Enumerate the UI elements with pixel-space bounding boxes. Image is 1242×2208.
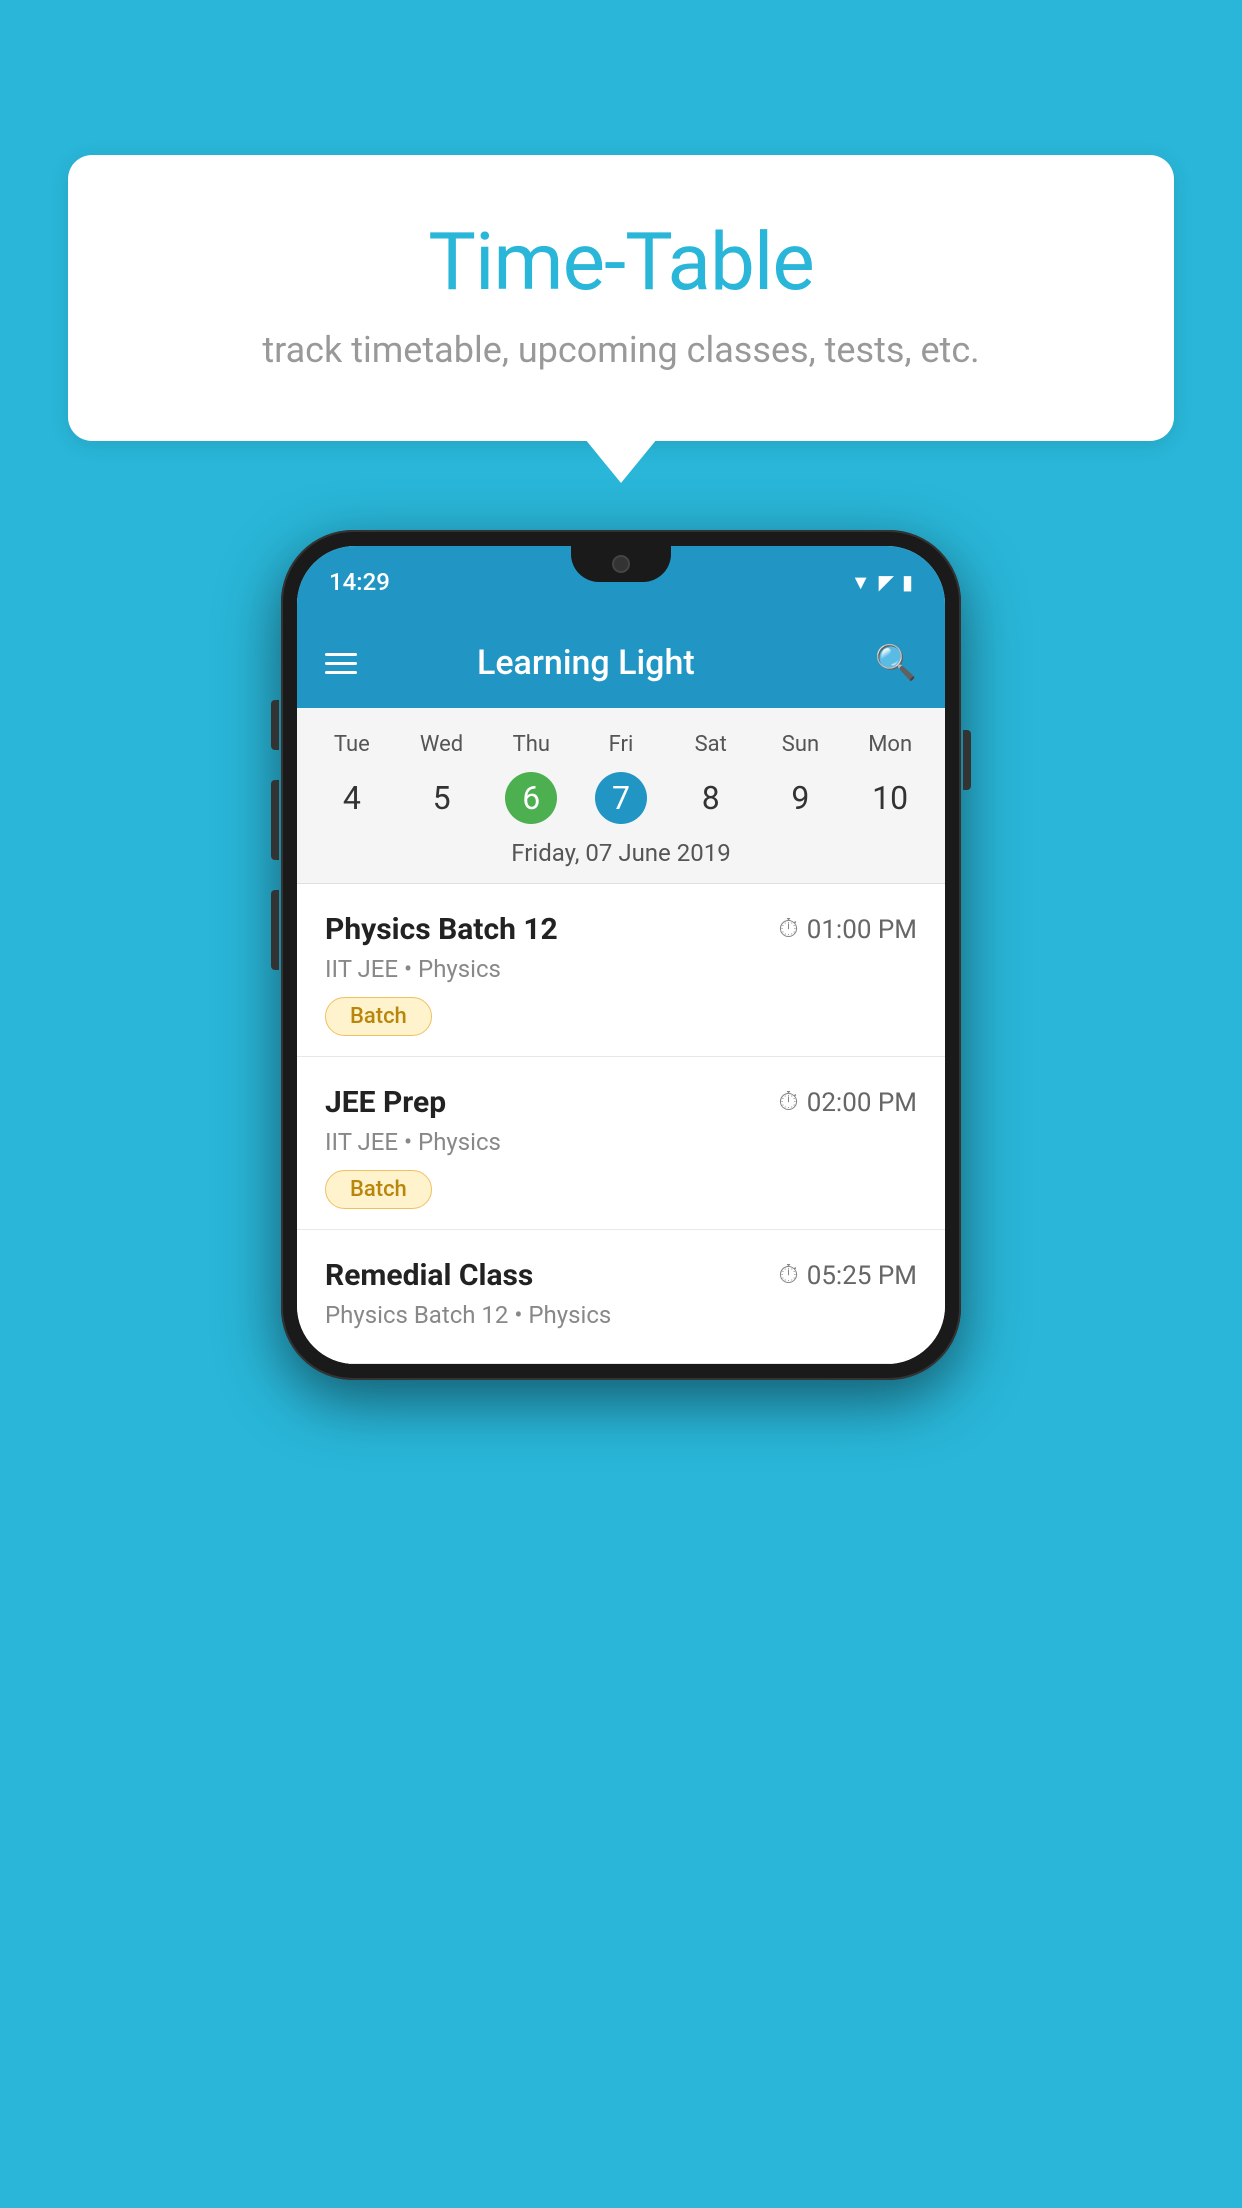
day-4[interactable]: 4 [307, 769, 397, 827]
batch-badge: Batch [325, 997, 432, 1036]
phone-outer: 14:29 ▼ ◤ ▮ Learning Light 🔍 [281, 530, 961, 1380]
day-numbers: 4 5 6 7 8 9 10 [297, 769, 945, 827]
day-6-today[interactable]: 6 [505, 772, 557, 824]
silent-button [271, 700, 279, 750]
clock-icon: ⏱ [778, 914, 798, 945]
volume-up-button [271, 780, 279, 860]
day-header-wed: Wed [397, 728, 487, 761]
status-bar: 14:29 ▼ ◤ ▮ [297, 546, 945, 618]
battery-icon: ▮ [902, 570, 913, 594]
wifi-icon: ▼ [851, 570, 871, 595]
class-item-jee-prep[interactable]: JEE Prep ⏱ 02:00 PM IIT JEE • Physics Ba… [297, 1057, 945, 1230]
notch [571, 546, 671, 582]
class-item-remedial[interactable]: Remedial Class ⏱ 05:25 PM Physics Batch … [297, 1230, 945, 1364]
signal-icon: ◤ [879, 570, 894, 594]
calendar-strip: Tue Wed Thu Fri Sat Sun Mon 4 5 6 7 8 9 … [297, 708, 945, 884]
search-icon[interactable]: 🔍 [875, 643, 917, 683]
clock-icon: ⏱ [778, 1260, 798, 1291]
day-header-mon: Mon [845, 728, 935, 761]
class-time: ⏱ 01:00 PM [778, 914, 917, 945]
class-item-physics-batch-12[interactable]: Physics Batch 12 ⏱ 01:00 PM IIT JEE • Ph… [297, 884, 945, 1057]
phone-mockup: 14:29 ▼ ◤ ▮ Learning Light 🔍 [281, 530, 961, 1380]
class-name: Physics Batch 12 [325, 912, 558, 947]
date-label: Friday, 07 June 2019 [297, 827, 945, 884]
status-icons: ▼ ◤ ▮ [851, 570, 913, 595]
power-button [963, 730, 971, 790]
app-bar: Learning Light 🔍 [297, 618, 945, 708]
day-8[interactable]: 8 [666, 769, 756, 827]
batch-badge: Batch [325, 1170, 432, 1209]
phone-screen: 14:29 ▼ ◤ ▮ Learning Light 🔍 [297, 546, 945, 1364]
volume-down-button [271, 890, 279, 970]
speech-bubble: Time-Table track timetable, upcoming cla… [68, 155, 1174, 441]
class-meta: Physics Batch 12 • Physics [325, 1301, 917, 1329]
class-row-top: Physics Batch 12 ⏱ 01:00 PM [325, 912, 917, 947]
classes-list: Physics Batch 12 ⏱ 01:00 PM IIT JEE • Ph… [297, 884, 945, 1364]
day-7-selected[interactable]: 7 [595, 772, 647, 824]
day-header-fri: Fri [576, 728, 666, 761]
camera [612, 555, 630, 573]
day-5[interactable]: 5 [397, 769, 487, 827]
day-9[interactable]: 9 [756, 769, 846, 827]
app-title: Learning Light [325, 643, 847, 683]
class-meta: IIT JEE • Physics [325, 955, 917, 983]
day-headers: Tue Wed Thu Fri Sat Sun Mon [297, 728, 945, 761]
status-time: 14:29 [329, 568, 390, 596]
class-name: JEE Prep [325, 1085, 446, 1120]
day-10[interactable]: 10 [845, 769, 935, 827]
class-meta: IIT JEE • Physics [325, 1128, 917, 1156]
day-header-thu: Thu [486, 728, 576, 761]
day-header-tue: Tue [307, 728, 397, 761]
class-row-top: Remedial Class ⏱ 05:25 PM [325, 1258, 917, 1293]
class-time: ⏱ 02:00 PM [778, 1087, 917, 1118]
day-header-sat: Sat [666, 728, 756, 761]
clock-icon: ⏱ [778, 1087, 798, 1118]
day-header-sun: Sun [756, 728, 846, 761]
class-name: Remedial Class [325, 1258, 533, 1293]
class-time: ⏱ 05:25 PM [778, 1260, 917, 1291]
bubble-subtitle: track timetable, upcoming classes, tests… [118, 329, 1124, 371]
bubble-title: Time-Table [118, 215, 1124, 309]
class-row-top: JEE Prep ⏱ 02:00 PM [325, 1085, 917, 1120]
